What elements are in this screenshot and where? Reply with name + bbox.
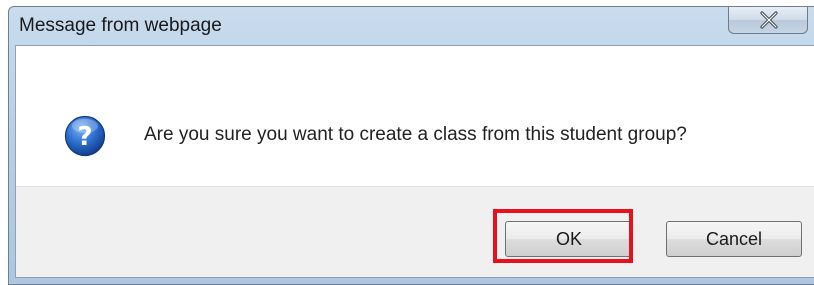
dialog-title: Message from webpage bbox=[19, 15, 222, 36]
cancel-button[interactable]: Cancel bbox=[666, 221, 802, 257]
question-icon: ? bbox=[64, 115, 106, 157]
button-bar: OK Cancel bbox=[16, 186, 814, 277]
close-button[interactable] bbox=[728, 7, 808, 34]
dialog-titlebar[interactable]: Message from webpage bbox=[9, 7, 814, 45]
message-dialog: Message from webpage ? Are you sure you … bbox=[8, 6, 814, 285]
message-area: ? Are you sure you want to create a clas… bbox=[16, 46, 814, 186]
svg-text:?: ? bbox=[77, 122, 92, 152]
dialog-body: ? Are you sure you want to create a clas… bbox=[15, 45, 814, 278]
ok-button[interactable]: OK bbox=[505, 221, 633, 257]
dialog-message: Are you sure you want to create a class … bbox=[144, 124, 687, 145]
close-x-icon bbox=[760, 11, 778, 29]
